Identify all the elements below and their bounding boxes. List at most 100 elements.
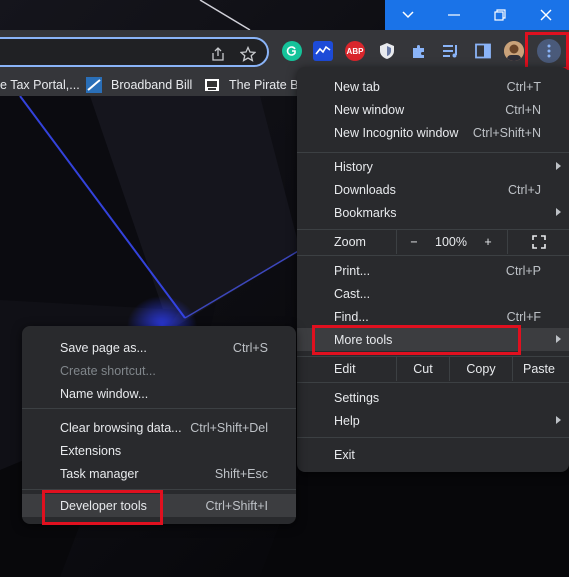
menu-label: Extensions: [60, 443, 122, 458]
stocks-icon[interactable]: [313, 41, 333, 61]
menu-shortcut: Ctrl+Shift+I: [205, 498, 268, 513]
menu-label: Find...: [334, 309, 369, 324]
menu-label: Exit: [334, 447, 355, 462]
menu-item-new-incognito[interactable]: New Incognito window Ctrl+Shift+N: [297, 121, 569, 144]
menu-item-exit[interactable]: Exit: [297, 443, 569, 466]
chrome-menu-button[interactable]: [537, 39, 561, 63]
title-bar: [0, 0, 569, 30]
menu-label: Bookmarks: [334, 205, 397, 220]
edit-label: Edit: [334, 362, 356, 376]
restore-button[interactable]: [477, 0, 523, 30]
menu-shortcut: Ctrl+J: [508, 182, 541, 197]
bookmark-tax-portal[interactable]: e Tax Portal,...: [0, 76, 80, 94]
avatar[interactable]: [504, 41, 524, 61]
submenu-item-extensions[interactable]: Extensions: [22, 439, 296, 462]
grammarly-glyph-icon: [286, 46, 296, 56]
chrome-main-menu: New tab Ctrl+T New window Ctrl+N New Inc…: [297, 67, 569, 472]
menu-shortcut: Shift+Esc: [214, 466, 268, 481]
submenu-arrow-icon: [556, 162, 561, 170]
profile-photo-icon: [504, 41, 524, 61]
menu-label: Create shortcut...: [60, 363, 156, 378]
playlist-icon: [443, 45, 457, 58]
zoom-in-button[interactable]: +: [471, 230, 505, 254]
minimize-icon: [448, 14, 460, 16]
sidepanel-glyph-icon: [475, 43, 491, 59]
shield-icon[interactable]: [377, 41, 397, 61]
zoom-label: Zoom: [334, 235, 366, 249]
close-icon: [540, 9, 552, 21]
bookmark-label: Broadband Bill: [111, 78, 193, 92]
menu-item-cast[interactable]: Cast...: [297, 282, 569, 305]
menu-label: Cast...: [334, 286, 371, 301]
pirate-favicon-icon: [205, 79, 219, 91]
menu-item-print[interactable]: Print... Ctrl+P: [297, 259, 569, 282]
fullscreen-icon: [531, 235, 546, 249]
menu-item-downloads[interactable]: Downloads Ctrl+J: [297, 178, 569, 201]
paste-button[interactable]: Paste: [513, 357, 565, 381]
menu-item-new-tab[interactable]: New tab Ctrl+T: [297, 75, 569, 98]
side-panel-icon[interactable]: [473, 41, 493, 61]
fullscreen-button[interactable]: [508, 230, 569, 254]
menu-shortcut: Ctrl+T: [506, 79, 541, 94]
shield-glyph-icon: [380, 43, 394, 59]
menu-item-new-window[interactable]: New window Ctrl+N: [297, 98, 569, 121]
tab-search-button[interactable]: [385, 0, 431, 30]
menu-item-history[interactable]: History: [297, 155, 569, 178]
submenu-item-clear-browsing-data[interactable]: Clear browsing data... Ctrl+Shift+Del: [22, 416, 296, 439]
zoom-row: Zoom − 100% +: [297, 230, 569, 254]
menu-label: Developer tools: [60, 498, 147, 513]
chevron-down-icon: [402, 11, 414, 19]
menu-item-more-tools[interactable]: More tools: [297, 328, 569, 351]
media-controls-icon[interactable]: [441, 41, 461, 61]
submenu-item-task-manager[interactable]: Task manager Shift+Esc: [22, 462, 296, 485]
bookmark-label: e Tax Portal,...: [0, 78, 80, 92]
submenu-arrow-icon: [556, 335, 561, 343]
close-button[interactable]: [523, 0, 569, 30]
zoom-level: 100%: [435, 235, 467, 249]
bookmark-broadband-bill[interactable]: Broadband Bill: [86, 76, 192, 94]
bookmark-label: The Pirate Ba: [229, 78, 306, 92]
menu-label: More tools: [334, 332, 393, 347]
kebab-menu-icon: [547, 44, 551, 58]
submenu-item-name-window[interactable]: Name window...: [22, 382, 296, 405]
zoom-out-button[interactable]: −: [397, 230, 431, 254]
menu-label: Downloads: [334, 182, 396, 197]
menu-divider: [22, 489, 296, 490]
submenu-item-developer-tools[interactable]: Developer tools Ctrl+Shift+I: [22, 494, 296, 517]
menu-label: Clear browsing data...: [60, 420, 182, 435]
menu-divider: [297, 382, 569, 383]
address-bar[interactable]: [0, 37, 269, 67]
menu-divider: [297, 255, 569, 256]
menu-label: Print...: [334, 263, 371, 278]
grammarly-icon[interactable]: [282, 41, 302, 61]
menu-shortcut: Ctrl+N: [505, 102, 541, 117]
menu-divider: [22, 408, 296, 409]
menu-item-help[interactable]: Help: [297, 409, 569, 432]
star-icon[interactable]: [240, 46, 256, 62]
chart-line-icon: [315, 45, 331, 55]
menu-label: Help: [334, 413, 360, 428]
menu-label: Settings: [334, 390, 380, 405]
menu-label: Save page as...: [60, 340, 147, 355]
menu-item-bookmarks[interactable]: Bookmarks: [297, 201, 569, 224]
minimize-button[interactable]: [431, 0, 477, 30]
edit-row: Edit Cut Copy Paste: [297, 357, 569, 381]
bookmark-pirate-bay[interactable]: The Pirate Ba: [204, 76, 305, 94]
copy-button[interactable]: Copy: [450, 357, 512, 381]
menu-label: Task manager: [60, 466, 139, 481]
menu-shortcut: Ctrl+F: [506, 309, 541, 324]
menu-item-settings[interactable]: Settings: [297, 386, 569, 409]
submenu-arrow-icon: [556, 416, 561, 424]
menu-label: New window: [334, 102, 405, 117]
cut-button[interactable]: Cut: [397, 357, 449, 381]
share-icon[interactable]: [210, 46, 226, 62]
restore-icon: [494, 9, 506, 21]
menu-divider: [297, 152, 569, 153]
menu-item-find[interactable]: Find... Ctrl+F: [297, 305, 569, 328]
menu-shortcut: Ctrl+P: [505, 263, 541, 278]
submenu-item-save-page[interactable]: Save page as... Ctrl+S: [22, 336, 296, 359]
menu-shortcut: Ctrl+Shift+N: [472, 125, 541, 140]
menu-divider: [297, 437, 569, 438]
adblock-plus-icon[interactable]: ABP: [345, 41, 365, 61]
extensions-puzzle-icon[interactable]: [409, 41, 429, 61]
